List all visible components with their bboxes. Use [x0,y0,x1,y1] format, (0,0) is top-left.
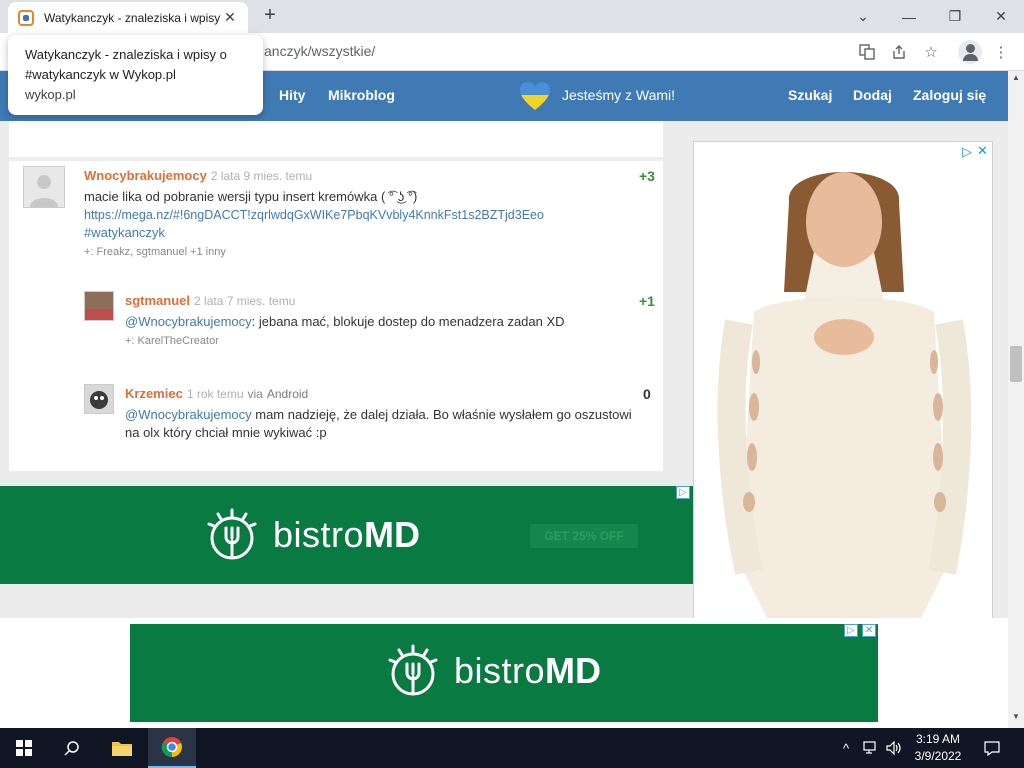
ukraine-support-text[interactable]: Jesteśmy z Wami! [562,87,675,103]
close-ad-icon[interactable]: ✕ [862,624,877,637]
scroll-down-icon[interactable]: ▼ [1008,712,1024,726]
nav-dodaj[interactable]: Dodaj [853,87,892,103]
comment-link[interactable]: https://mega.nz/#!6ngDACCT!zqrlwdqGxWIKe… [84,206,654,224]
chrome-icon[interactable] [148,728,196,768]
ukraine-heart-icon [520,82,550,110]
minimize-icon[interactable]: — [886,0,932,33]
comment-author[interactable]: Krzemiec [125,386,183,401]
address-bar[interactable]: anczyk/wszystkie/ [264,43,375,59]
nav-szukaj[interactable]: Szukaj [788,87,832,103]
comment-reply: Krzemiec 1 rok temu via Android @Wnocybraku… [125,386,655,442]
side-fashion-ad[interactable]: ▷ ✕ [693,141,993,621]
notifications-icon[interactable] [976,728,1008,768]
nav-hity[interactable]: Hity [279,87,305,103]
comment-via-label: via [247,387,263,401]
browser-tab-bar: Watykanczyk - znaleziska i wpisy ✕ + ⌄ —… [0,0,1024,33]
comment-score[interactable]: +1 [639,293,655,309]
scrollbar-thumb[interactable] [1010,346,1022,382]
clock-time: 3:19 AM [915,732,961,746]
volume-icon[interactable] [882,728,906,768]
comment-mention[interactable]: @Wnocybrakujemocy [125,407,252,422]
windows-taskbar: ^ 3:19 AM 3/9/2022 [0,728,1024,768]
bookmark-star-icon[interactable]: ☆ [920,41,942,63]
scroll-up-icon[interactable]: ▲ [1008,73,1024,87]
clock-date: 3/9/2022 [914,749,962,763]
wykop-favicon-icon [18,9,34,26]
comment-pluses[interactable]: +: KarelTheCreator [125,335,645,347]
comment-text: : jebana mać, blokuje dostep do menadzer… [251,314,565,329]
bistromd-ad-banner[interactable]: bistro MD GET 25% OFF ▷ [0,486,693,584]
network-icon[interactable] [858,728,884,768]
previous-card [9,121,663,157]
comment-tag[interactable]: #watykanczyk [84,224,654,242]
close-window-icon[interactable]: ✕ [978,0,1024,33]
avatar[interactable] [84,291,114,321]
comment-score[interactable]: 0 [643,386,651,402]
comment-via[interactable]: Android [267,387,308,401]
comments-card: Wnocybrakujemocy 2 lata 9 mies. temu maci… [9,161,663,471]
bistromd-logo: bistro MD [205,508,420,562]
comment-time[interactable]: 1 rok temu [187,387,244,401]
file-explorer-icon[interactable] [98,728,146,768]
avatar[interactable] [23,166,65,208]
comment-text-line1: mam nadzieję, że dalej działa. Bo właśni… [251,407,632,422]
tab-hover-tooltip: Watykanczyk - znaleziska i wpisy o #waty… [8,35,263,115]
comment-text-line2: na olx który chciał mnie wykiwać :p [125,425,327,440]
close-ad-icon[interactable]: ✕ [977,143,988,159]
search-icon[interactable] [48,728,96,768]
comment-score[interactable]: +3 [639,168,655,184]
tooltip-title-line2: #watykanczyk w Wykop.pl [25,67,176,82]
fashion-model-image [694,142,992,620]
comment-author[interactable]: Wnocybrakujemocy [84,168,207,183]
page-content: Wnocybrakujemocy 2 lata 9 mies. temu maci… [0,121,1008,728]
nav-mikroblog[interactable]: Mikroblog [328,87,395,103]
comment-entry: Wnocybrakujemocy 2 lata 9 mies. temu maci… [84,168,654,258]
windows-start-icon[interactable] [0,728,48,768]
adchoices-icon[interactable]: ▷ [676,486,690,499]
close-tab-icon[interactable]: ✕ [222,9,238,26]
tab-search-icon[interactable]: ⌄ [840,0,886,33]
comment-pluses[interactable]: +: Freakz, sgtmanuel +1 inny [84,246,654,258]
show-hidden-icons-icon[interactable]: ^ [834,728,858,768]
comment-author[interactable]: sgtmanuel [125,293,190,308]
taskbar-clock[interactable]: 3:19 AM 3/9/2022 [905,731,971,765]
comment-text: macie lika od pobranie wersji typu inser… [84,189,418,204]
translate-icon[interactable] [856,41,878,63]
bistromd-bottom-banner[interactable]: bistro MD ▷ ✕ [130,624,878,722]
bistromd-fork-icon [388,644,438,696]
comment-mention[interactable]: @Wnocybrakujemocy [125,314,252,329]
adchoices-icon[interactable]: ▷ [960,144,974,160]
menu-kebab-icon[interactable]: ⋮ [990,41,1012,63]
browser-tab[interactable]: Watykanczyk - znaleziska i wpisy ✕ [8,2,248,33]
bistromd-fork-icon [207,508,257,560]
avatar[interactable] [84,384,114,414]
tab-title: Watykanczyk - znaleziska i wpisy [44,10,221,25]
share-icon[interactable] [888,41,910,63]
comment-time[interactable]: 2 lata 7 mies. temu [194,294,295,308]
new-tab-icon[interactable]: + [258,4,282,27]
comment-reply: sgtmanuel 2 lata 7 mies. temu @Wnocybraku… [125,293,645,347]
adchoices-icon[interactable]: ▷ [844,624,858,637]
tooltip-title-line1: Watykanczyk - znaleziska i wpisy o [25,47,227,62]
restore-icon[interactable]: ❐ [932,0,978,33]
ad-cta-button[interactable]: GET 25% OFF [530,524,638,548]
comment-time[interactable]: 2 lata 9 mies. temu [211,169,312,183]
profile-avatar-icon[interactable] [958,40,982,64]
page-scrollbar[interactable]: ▲ ▼ [1008,71,1024,728]
tooltip-host: wykop.pl [25,87,76,102]
bistromd-logo: bistro MD [386,644,601,698]
nav-zaloguj[interactable]: Zaloguj się [913,87,986,103]
